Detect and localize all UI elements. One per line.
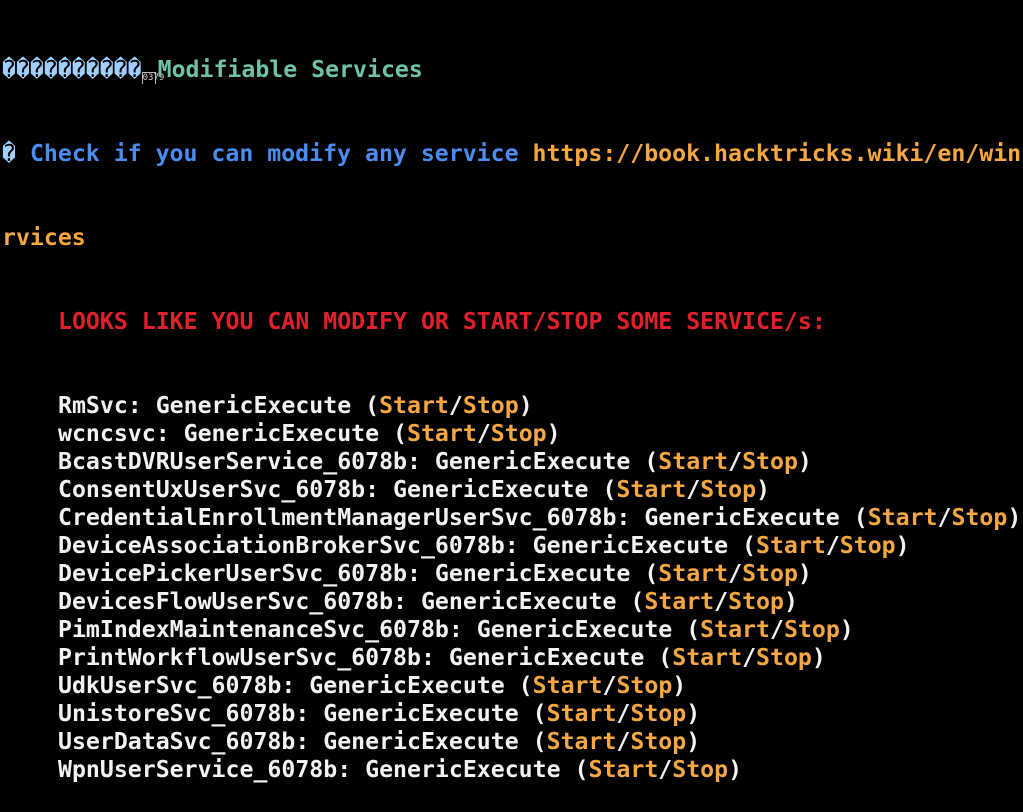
unknown-glyph-box-icon: 0379 <box>141 72 164 84</box>
service-row: WpnUserService_6078b: GenericExecute (St… <box>2 756 1023 784</box>
slash-separator: / <box>686 476 701 503</box>
slash-separator: / <box>714 588 729 615</box>
service-entry: RmSvc: GenericExecute ( <box>58 392 380 419</box>
service-entry: UserDataSvc_6078b: GenericExecute ( <box>58 728 547 755</box>
stop-label: Stop <box>756 644 812 671</box>
start-label: Start <box>588 756 659 783</box>
slash-separator: / <box>769 616 784 643</box>
replacement-glyphs: ���������� <box>2 56 142 83</box>
start-label: Start <box>867 504 938 531</box>
bullet-glyph: � <box>2 140 16 167</box>
terminal-output: ����������0379Modifiable Services � Chec… <box>2 0 1023 812</box>
start-label: Start <box>546 728 617 755</box>
service-row: DeviceAssociationBrokerSvc_6078b: Generi… <box>2 532 1023 560</box>
close-paren: ) <box>672 672 687 699</box>
stop-label: Stop <box>951 504 1008 531</box>
stop-label: Stop <box>700 476 757 503</box>
service-row: DevicesFlowUserSvc_6078b: GenericExecute… <box>2 588 1023 616</box>
check-text: Check if you can modify any service <box>29 140 519 167</box>
stop-label: Stop <box>616 672 673 699</box>
service-list: RmSvc: GenericExecute (Start/Stop) wcncsv… <box>2 392 1023 784</box>
slash-separator: / <box>825 532 840 559</box>
slash-separator: / <box>728 448 743 475</box>
close-paren: ) <box>797 448 812 475</box>
service-entry: UnistoreSvc_6078b: GenericExecute ( <box>58 700 547 727</box>
close-paren: ) <box>839 616 854 643</box>
close-paren: ) <box>811 644 826 671</box>
service-entry: UdkUserSvc_6078b: GenericExecute ( <box>58 672 533 699</box>
slash-separator: / <box>937 504 952 531</box>
service-row: PrintWorkflowUserSvc_6078b: GenericExecu… <box>2 644 1023 672</box>
stop-label: Stop <box>783 616 840 643</box>
slash-separator: / <box>616 728 631 755</box>
section-title: Modifiable Services <box>157 56 423 83</box>
service-entry: BcastDVRUserService_6078b: GenericExecut… <box>58 448 659 475</box>
close-paren: ) <box>895 532 910 559</box>
close-paren: ) <box>686 728 701 755</box>
check-line-wrap: rvices <box>2 224 1023 252</box>
warning-line: LOOKS LIKE YOU CAN MODIFY OR START/STOP … <box>2 308 1023 336</box>
close-paren: ) <box>797 560 812 587</box>
start-label: Start <box>700 616 770 643</box>
slash-separator: / <box>658 756 673 783</box>
service-row: PimIndexMaintenanceSvc_6078b: GenericExe… <box>2 616 1023 644</box>
stop-label: Stop <box>462 392 519 419</box>
service-row: UnistoreSvc_6078b: GenericExecute (Start… <box>2 700 1023 728</box>
stop-label: Stop <box>839 532 896 559</box>
start-label: Start <box>407 420 477 447</box>
start-label: Start <box>616 476 687 503</box>
close-paren: ) <box>756 476 770 503</box>
service-row: wcncsvc: GenericExecute (Start/Stop) <box>2 420 1023 448</box>
stop-label: Stop <box>490 420 547 447</box>
service-entry: CredentialEnrollmentManagerUserSvc_6078b… <box>58 504 868 531</box>
slash-separator: / <box>616 700 631 727</box>
close-paren: ) <box>686 700 701 727</box>
warning-text: LOOKS LIKE YOU CAN MODIFY OR START/STOP … <box>58 308 826 335</box>
service-row: UserDataSvc_6078b: GenericExecute (Start… <box>2 728 1023 756</box>
service-row: CredentialEnrollmentManagerUserSvc_6078b… <box>2 504 1023 532</box>
start-label: Start <box>658 448 729 475</box>
stop-label: Stop <box>672 756 729 783</box>
service-entry: ConsentUxUserSvc_6078b: GenericExecute ( <box>58 476 617 503</box>
reference-link[interactable]: https://book.hacktricks.wiki/en/win <box>533 140 1022 167</box>
check-line: � Check if you can modify any service ht… <box>2 140 1023 168</box>
slash-separator: / <box>728 560 743 587</box>
close-paren: ) <box>518 392 533 419</box>
service-entry: PrintWorkflowUserSvc_6078b: GenericExecu… <box>58 644 673 671</box>
start-label: Start <box>756 532 826 559</box>
service-row: DevicePickerUserSvc_6078b: GenericExecut… <box>2 560 1023 588</box>
section-header: ����������0379Modifiable Services <box>2 56 1023 84</box>
slash-separator: / <box>448 392 463 419</box>
start-label: Start <box>379 392 449 419</box>
stop-label: Stop <box>630 700 687 727</box>
slash-separator: / <box>602 672 617 699</box>
slash-separator: / <box>476 420 491 447</box>
stop-label: Stop <box>728 588 784 615</box>
start-label: Start <box>546 700 617 727</box>
close-paren: ) <box>728 756 743 783</box>
stop-label: Stop <box>630 728 687 755</box>
service-entry: PimIndexMaintenanceSvc_6078b: GenericExe… <box>58 616 701 643</box>
service-row: UdkUserSvc_6078b: GenericExecute (Start/… <box>2 672 1023 700</box>
start-label: Start <box>532 672 603 699</box>
service-row: RmSvc: GenericExecute (Start/Stop) <box>2 392 1023 420</box>
close-paren: ) <box>546 420 561 447</box>
close-paren: ) <box>1007 504 1022 531</box>
service-entry: DevicesFlowUserSvc_6078b: GenericExecute… <box>58 588 645 615</box>
start-label: Start <box>658 560 729 587</box>
service-entry: wcncsvc: GenericExecute ( <box>58 420 408 447</box>
stop-label: Stop <box>742 448 798 475</box>
service-entry: WpnUserService_6078b: GenericExecute ( <box>58 756 589 783</box>
service-row: BcastDVRUserService_6078b: GenericExecut… <box>2 448 1023 476</box>
service-entry: DeviceAssociationBrokerSvc_6078b: Generi… <box>58 532 757 559</box>
reference-link-continued[interactable]: rvices <box>2 224 86 251</box>
close-paren: ) <box>783 588 798 615</box>
stop-label: Stop <box>742 560 798 587</box>
start-label: Start <box>644 588 715 615</box>
service-entry: DevicePickerUserSvc_6078b: GenericExecut… <box>58 560 659 587</box>
start-label: Start <box>672 644 743 671</box>
service-row: ConsentUxUserSvc_6078b: GenericExecute (… <box>2 476 1023 504</box>
slash-separator: / <box>742 644 757 671</box>
